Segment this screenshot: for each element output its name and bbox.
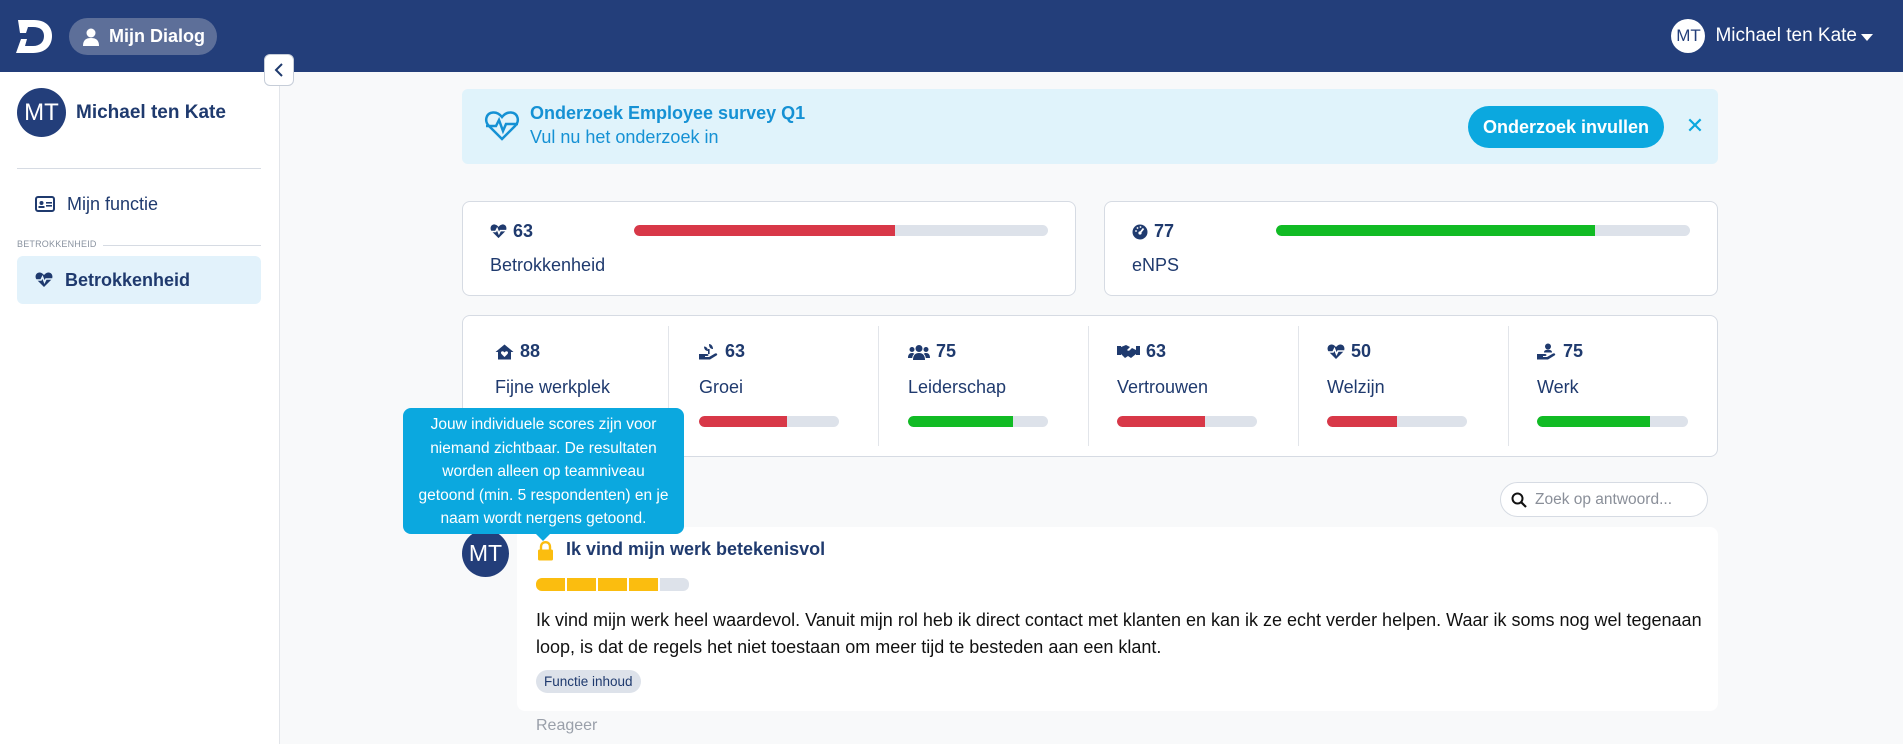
- collapse-sidebar-button[interactable]: [264, 54, 294, 86]
- profile-name: Michael ten Kate: [76, 101, 226, 123]
- progress-fill: [1276, 225, 1595, 236]
- category-vertrouwen[interactable]: 63 Vertrouwen: [1089, 316, 1298, 456]
- sidebar: MT Michael ten Kate Mijn functie BETROKK…: [0, 72, 280, 744]
- score-label: Groei: [699, 377, 744, 397]
- score-value: 75: [1537, 341, 1583, 362]
- score-label: eNPS: [1132, 255, 1180, 275]
- heart-pulse-icon: [490, 224, 507, 239]
- divider: [17, 168, 261, 169]
- close-icon[interactable]: ✕: [1682, 111, 1708, 141]
- sidebar-item-mijn-functie[interactable]: Mijn functie: [17, 180, 261, 228]
- score-value: 88: [495, 341, 540, 362]
- progress-bar: [634, 225, 1048, 236]
- progress-bar: [699, 416, 839, 427]
- user-menu[interactable]: MT Michael ten Kate: [1671, 18, 1873, 54]
- heart-pulse-icon: [1327, 343, 1345, 359]
- avatar: MT: [1671, 19, 1706, 53]
- lock-icon[interactable]: [537, 541, 554, 561]
- progress-bar: [1537, 416, 1688, 427]
- rating-segment: [536, 578, 565, 591]
- progress-bar: [1117, 416, 1257, 427]
- user-icon: [83, 28, 99, 46]
- chevron-down-icon: [1861, 34, 1873, 41]
- sidebar-item-betrokkenheid[interactable]: Betrokkenheid: [17, 256, 261, 304]
- mijn-dialog-button[interactable]: Mijn Dialog: [69, 18, 217, 55]
- score-label: Welzijn: [1327, 377, 1385, 397]
- avatar: MT: [462, 530, 509, 577]
- rating-segment: [598, 578, 627, 591]
- dialog-logo[interactable]: [14, 16, 54, 56]
- progress-fill: [634, 225, 895, 236]
- handshake-icon: [1117, 345, 1140, 358]
- progress-fill: [699, 416, 788, 427]
- section-label: BETROKKENHEID: [17, 239, 103, 249]
- score-value: 63: [1117, 341, 1166, 362]
- category-werk[interactable]: 75 Werk: [1509, 316, 1718, 456]
- rating-segment: [660, 578, 689, 591]
- rating-segment: [629, 578, 658, 591]
- id-card-icon: [35, 196, 55, 212]
- progress-fill: [1327, 416, 1397, 427]
- banner-subtitle: Vul nu het onderzoek in: [530, 127, 719, 147]
- sidebar-profile: MT Michael ten Kate: [17, 88, 226, 137]
- search-icon: [1511, 492, 1527, 508]
- progress-bar: [908, 416, 1048, 427]
- heart-pulse-icon: [484, 111, 520, 141]
- score-value: 77: [1132, 221, 1174, 242]
- score-value: 63: [490, 221, 533, 242]
- score-label: Werk: [1537, 377, 1579, 397]
- answer-text: Ik vind mijn werk heel waardevol. Vanuit…: [536, 610, 1702, 657]
- score-card-betrokkenheid[interactable]: 63 Betrokkenheid: [462, 201, 1076, 296]
- sidebar-item-label: Betrokkenheid: [65, 269, 191, 290]
- score-card-enps[interactable]: 77 eNPS: [1104, 201, 1718, 296]
- category-groei[interactable]: 63 Groei: [669, 316, 878, 456]
- search-input[interactable]: [1535, 490, 1695, 509]
- progress-fill: [1537, 416, 1651, 427]
- sidebar-item-label: Mijn functie: [67, 193, 159, 214]
- progress-fill: [908, 416, 1013, 427]
- banner-title: Onderzoek Employee survey Q1: [530, 103, 806, 123]
- question-title: Ik vind mijn werk betekenisvol: [566, 539, 826, 559]
- privacy-tooltip: Jouw individuele scores zijn voor nieman…: [403, 408, 684, 534]
- score-value: 63: [699, 341, 745, 362]
- gauge-icon: [1132, 224, 1148, 239]
- users-icon: [908, 344, 930, 360]
- rating-bar: [536, 578, 689, 591]
- reply-link[interactable]: Reageer: [536, 717, 597, 735]
- score-label: Vertrouwen: [1117, 377, 1209, 397]
- progress-bar: [1327, 416, 1467, 427]
- progress-fill: [1117, 416, 1206, 427]
- user-name: Michael ten Kate: [1715, 25, 1857, 46]
- hand-growth-icon: [699, 344, 718, 360]
- hand-user-icon: [1537, 343, 1556, 360]
- chevron-left-icon: [274, 63, 283, 77]
- search-box[interactable]: [1500, 482, 1708, 517]
- rating-segment: [567, 578, 596, 591]
- topic-tag[interactable]: Functie inhoud: [536, 670, 641, 693]
- score-value: 75: [908, 341, 956, 362]
- tooltip-arrow: [535, 533, 551, 541]
- score-value: 50: [1327, 341, 1371, 362]
- mijn-dialog-label: Mijn Dialog: [109, 26, 205, 46]
- progress-bar: [1276, 225, 1690, 236]
- answer-card: Ik vind mijn werk betekenisvol Ik vind m…: [517, 527, 1718, 711]
- home-heart-icon: [495, 344, 514, 359]
- category-leiderschap[interactable]: 75 Leiderschap: [879, 316, 1088, 456]
- score-label: Fijne werkplek: [495, 377, 611, 397]
- heart-pulse-icon: [35, 272, 53, 287]
- score-label: Leiderschap: [908, 377, 1007, 397]
- score-label: Betrokkenheid: [490, 255, 606, 275]
- avatar: MT: [17, 88, 66, 137]
- category-welzijn[interactable]: 50 Welzijn: [1299, 316, 1508, 456]
- survey-banner: Onderzoek Employee survey Q1 Vul nu het …: [462, 89, 1718, 164]
- start-survey-button[interactable]: Onderzoek invullen: [1468, 106, 1664, 148]
